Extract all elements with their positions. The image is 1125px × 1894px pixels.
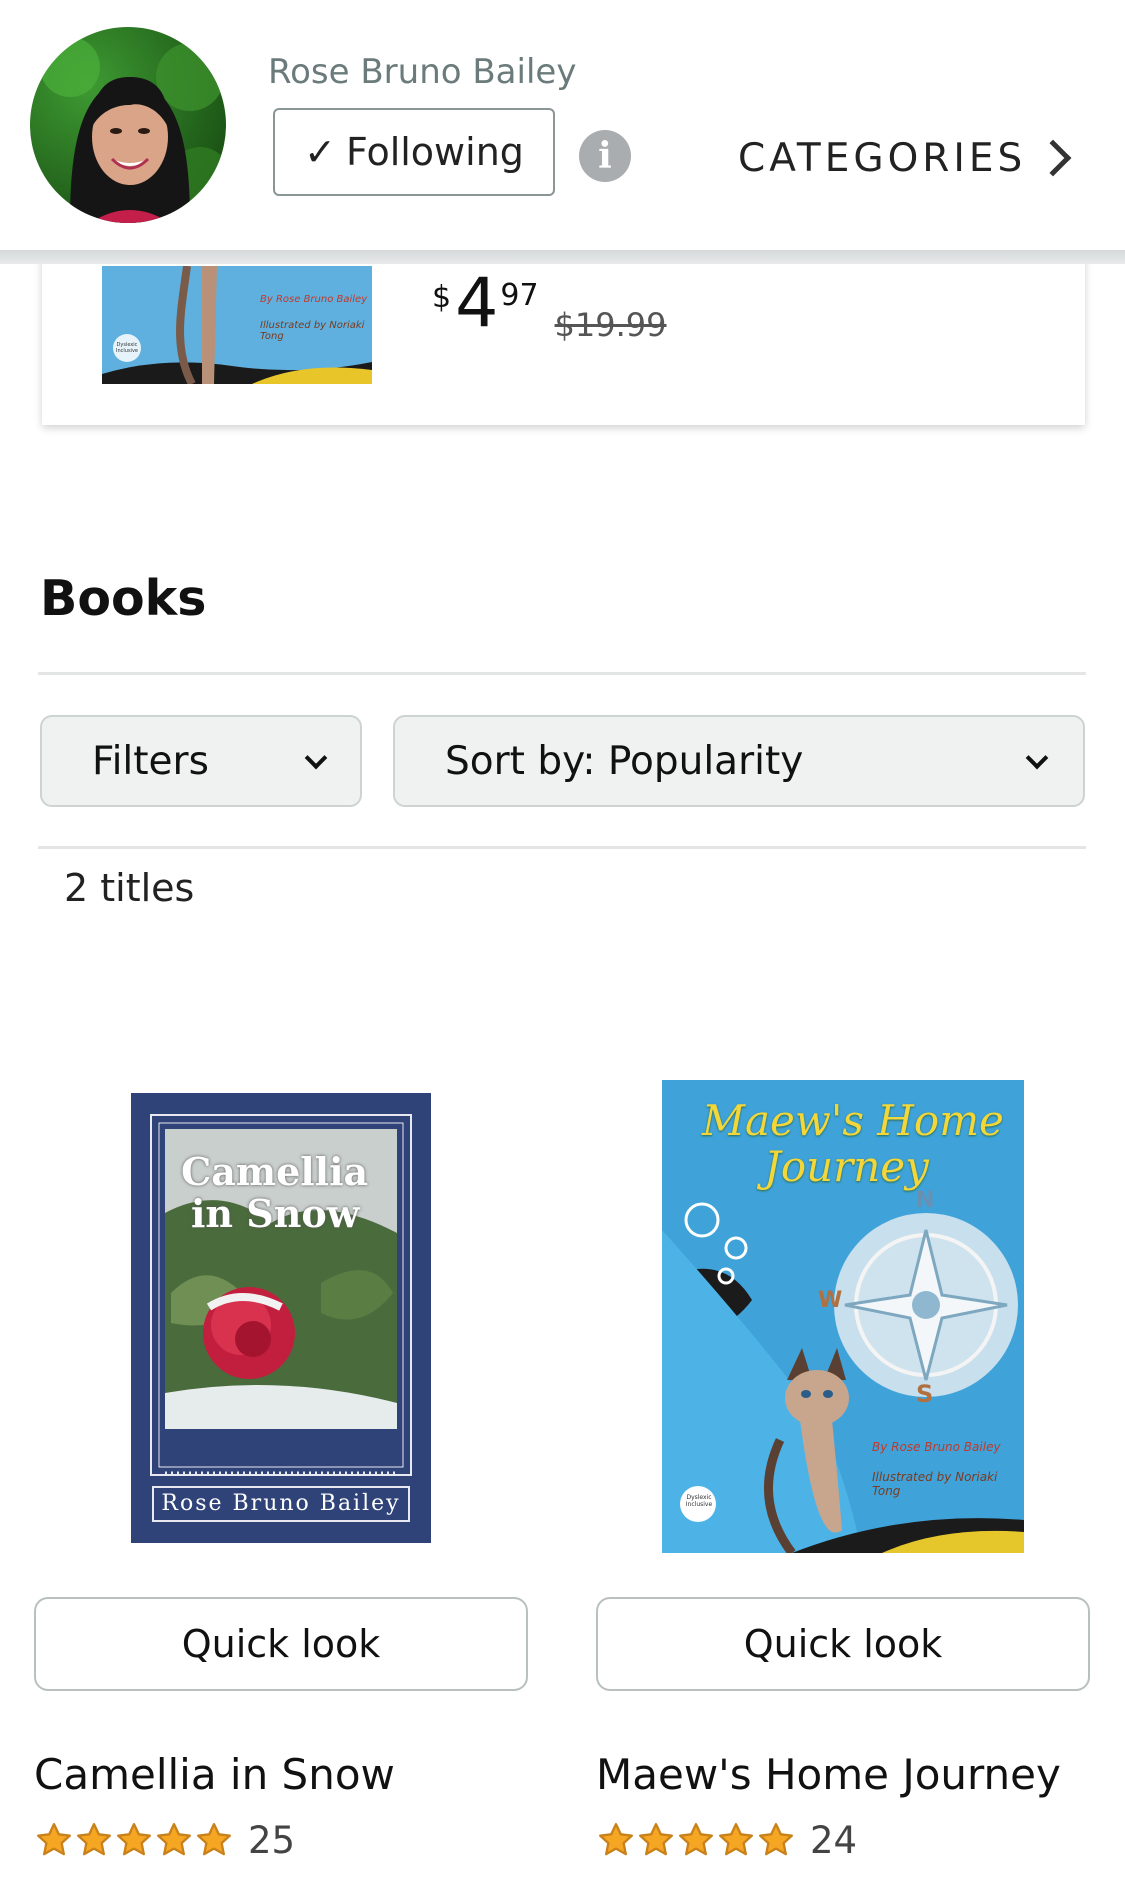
author-name[interactable]: Rose Bruno Bailey	[268, 52, 576, 92]
following-label: Following	[345, 130, 524, 174]
maew-cover-badge: Dyslexic Inclusive	[685, 1494, 713, 1508]
chevron-down-icon	[1025, 746, 1049, 770]
star-icon	[37, 1823, 72, 1856]
quick-look-button-camellia[interactable]: Quick look	[34, 1597, 528, 1691]
deal-price: $ 4 97 $19.99	[432, 264, 667, 345]
filters-label: Filters	[92, 738, 209, 784]
chevron-down-icon	[304, 746, 328, 770]
star-rating	[596, 1820, 796, 1860]
star-rating	[34, 1820, 234, 1860]
book-cover-maew[interactable]: Maew's Home Journey N W S By Rose Bruno …	[662, 1080, 1024, 1553]
deal-book-cover[interactable]: By Rose Bruno Bailey Illustrated by Nori…	[102, 266, 372, 384]
sort-dropdown[interactable]: Sort by: Popularity	[393, 715, 1085, 807]
camellia-cover-title-line2: in Snow	[191, 1191, 360, 1236]
compass-w-letter: W	[818, 1288, 843, 1313]
info-icon[interactable]: i	[579, 130, 631, 182]
title-count: 2 titles	[64, 866, 195, 910]
star-icon	[157, 1823, 191, 1856]
list-price: $19.99	[554, 306, 667, 344]
compass-s-letter: S	[916, 1380, 934, 1408]
compass-n-letter: N	[916, 1188, 935, 1213]
filters-dropdown[interactable]: Filters	[40, 715, 362, 807]
rating-camellia[interactable]: 25	[34, 1815, 295, 1865]
quick-look-button-maew[interactable]: Quick look	[596, 1597, 1090, 1691]
header-divider	[0, 250, 1125, 264]
author-avatar[interactable]	[30, 27, 226, 223]
maew-cover-illustrator: Illustrated by Noriaki Tong	[872, 1470, 998, 1498]
author-portrait-image	[40, 37, 226, 223]
star-icon	[679, 1823, 713, 1856]
rating-maew[interactable]: 24	[596, 1815, 857, 1865]
maew-cover-author: By Rose Bruno Bailey	[872, 1440, 1001, 1454]
price-fraction: 97	[500, 278, 539, 313]
camellia-cover-title-line1: Camellia	[181, 1149, 369, 1194]
deal-cover-author: By Rose Bruno Bailey	[260, 294, 368, 305]
star-icon	[117, 1823, 151, 1856]
maew-cover-title-line1: Maew's Home	[702, 1096, 1004, 1145]
filters-divider	[38, 846, 1086, 849]
sort-label: Sort by: Popularity	[445, 738, 804, 784]
book-title-maew[interactable]: Maew's Home Journey	[596, 1750, 1061, 1799]
star-icon	[77, 1823, 112, 1856]
deal-cover-badge: Dyslexic Inclusive	[116, 342, 138, 354]
book-title-camellia[interactable]: Camellia in Snow	[34, 1750, 395, 1799]
star-icon	[719, 1823, 753, 1856]
section-divider	[38, 672, 1086, 675]
author-header: Rose Bruno Bailey ✓ Following i CATEGORI…	[0, 0, 1125, 254]
categories-label: CATEGORIES	[738, 135, 1027, 181]
price-symbol: $	[432, 280, 452, 315]
book-cover-camellia[interactable]: Camellia in Snow Rose Bruno Bailey	[131, 1093, 431, 1543]
categories-link[interactable]: CATEGORIES	[738, 132, 1072, 184]
star-icon	[759, 1823, 793, 1856]
star-icon	[639, 1823, 673, 1856]
deal-cover-illustrator: Illustrated by Noriaki Tong	[260, 320, 365, 342]
camellia-cover-author: Rose Bruno Bailey	[161, 1491, 401, 1516]
price-whole: 4	[455, 264, 499, 343]
rating-count: 24	[810, 1818, 858, 1862]
books-section-title: Books	[40, 570, 207, 627]
maew-cover-title-line2: Journey	[764, 1142, 929, 1191]
star-icon	[197, 1823, 231, 1856]
following-button[interactable]: ✓ Following	[273, 108, 555, 196]
rating-count: 25	[248, 1818, 296, 1862]
check-icon: ✓	[304, 130, 336, 174]
star-icon	[599, 1823, 633, 1856]
chevron-right-icon	[1034, 139, 1072, 177]
